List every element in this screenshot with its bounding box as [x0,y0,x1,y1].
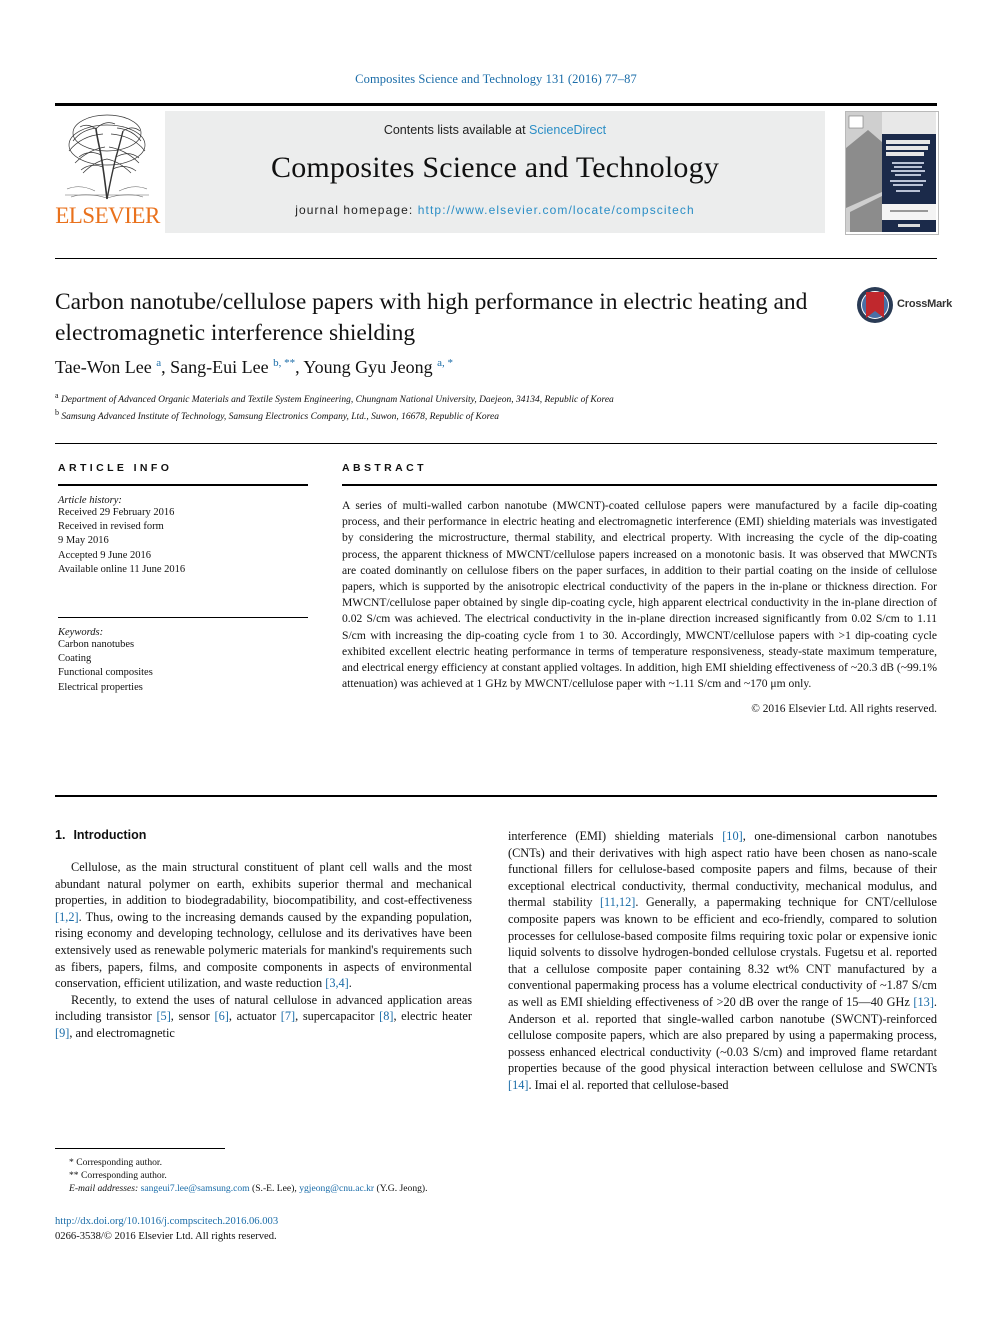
title-divider [55,258,937,259]
paragraph: interference (EMI) shielding materials [… [508,829,938,1092]
elsevier-logo: ELSEVIER [55,111,160,233]
sciencedirect-link[interactable]: ScienceDirect [529,123,606,137]
section-number: 1. [55,828,66,842]
abstract-copyright: © 2016 Elsevier Ltd. All rights reserved… [751,703,937,716]
keywords-rule [58,617,308,619]
crossmark-icon [855,285,895,325]
article-page: Composites Science and Technology 131 (2… [0,0,992,1323]
article-info-column: ARTICLE INFO Article history: Received 2… [58,462,308,695]
affiliation-b: b Samsung Advanced Institute of Technolo… [55,407,499,422]
footnote-emails: E-mail addresses: sangeui7.lee@samsung.c… [55,1182,475,1195]
abstract-heading: ABSTRACT [342,462,427,474]
info-top-rule [55,443,937,444]
history-item: Received in revised form [58,521,164,533]
contents-available-line: Contents lists available at ScienceDirec… [165,123,825,137]
journal-masthead: ELSEVIER Contents lists available at Sci… [55,103,939,235]
elsevier-wordmark: ELSEVIER [55,203,160,228]
abstract-text: A series of multi-walled carbon nanotube… [342,499,937,691]
footer-block: http://dx.doi.org/10.1016/j.compscitech.… [55,1214,485,1244]
email-owner-lee: (S.-E. Lee), [252,1183,297,1195]
footnote-corresponding-double: ** Corresponding author. [69,1170,167,1182]
info-bottom-rule [55,795,937,797]
journal-homepage-line: journal homepage: http://www.elsevier.co… [165,203,825,217]
journal-cover-thumbnail [845,111,939,235]
body-column-right: interference (EMI) shielding materials [… [508,828,937,1094]
keyword-item: Electrical properties [58,681,143,693]
masthead-top-rule [55,103,937,106]
footnote-block: * Corresponding author. ** Corresponding… [55,1156,475,1196]
history-item: 9 May 2016 [58,535,109,547]
article-info-heading: ARTICLE INFO [58,462,173,474]
issn-copyright: 0266-3538/© 2016 Elsevier Ltd. All right… [55,1231,277,1242]
abstract-rule [342,484,937,486]
keyword-item: Functional composites [58,667,153,679]
journal-title: Composites Science and Technology [270,151,720,184]
section-heading-introduction: 1. Introduction [55,828,472,842]
history-item: Available online 11 June 2016 [58,563,186,575]
doi-link[interactable]: http://dx.doi.org/10.1016/j.compscitech.… [55,1214,485,1229]
contents-prefix: Contents lists available at [383,123,530,137]
article-history-title: Article history: [58,495,122,506]
affiliation-a: a Department of Advanced Organic Materia… [55,391,614,406]
page-title: Carbon nanotube/cellulose papers with hi… [55,289,808,346]
keywords-block: Keywords: Carbon nanotubes Coating Funct… [58,617,308,695]
running-head: Composites Science and Technology 131 (2… [355,72,637,86]
body-column-left: 1. Introduction Cellulose, as the main st… [55,828,472,1042]
email-owner-jeong: (Y.G. Jeong). [376,1183,428,1195]
affiliation-a-text: Department of Advanced Organic Materials… [60,395,614,406]
paragraph: Recently, to extend the uses of natural … [55,992,472,1040]
email-link-lee[interactable]: sangeui7.lee@samsung.com [141,1183,250,1194]
crossmark-badge[interactable]: CrossMark [855,285,952,327]
email-label: E-mail addresses: [69,1183,139,1195]
author-list: Tae-Won Lee a, Sang-Eui Lee b, **, Young… [55,357,454,377]
affiliation-list: a Department of Advanced Organic Materia… [55,390,885,423]
abstract-column: ABSTRACT A series of multi-walled carbon… [342,462,937,715]
footnote-divider [55,1148,225,1149]
homepage-label: journal homepage: [295,203,418,217]
journal-band: Contents lists available at ScienceDirec… [165,111,825,233]
history-item: Accepted 9 June 2016 [58,549,152,561]
paragraph: Cellulose, as the main structural consti… [55,860,472,991]
footnote-corresponding-single: * Corresponding author. [69,1157,162,1168]
history-item: Received 29 February 2016 [58,507,175,518]
affiliation-b-text: Samsung Advanced Institute of Technology… [61,411,499,422]
email-link-jeong[interactable]: ygjeong@cnu.ac.kr [299,1183,374,1194]
keywords-title: Keywords: [58,627,104,639]
keyword-item: Coating [58,653,92,665]
crossmark-label: CrossMark [897,298,953,310]
section-title: Introduction [73,828,147,842]
elsevier-tree-icon [63,111,151,201]
homepage-url[interactable]: http://www.elsevier.com/locate/compscite… [418,203,695,217]
keyword-item: Carbon nanotubes [58,639,135,651]
article-info-rule [58,484,308,486]
article-history-list: Received 29 February 2016 Received in re… [58,506,308,577]
